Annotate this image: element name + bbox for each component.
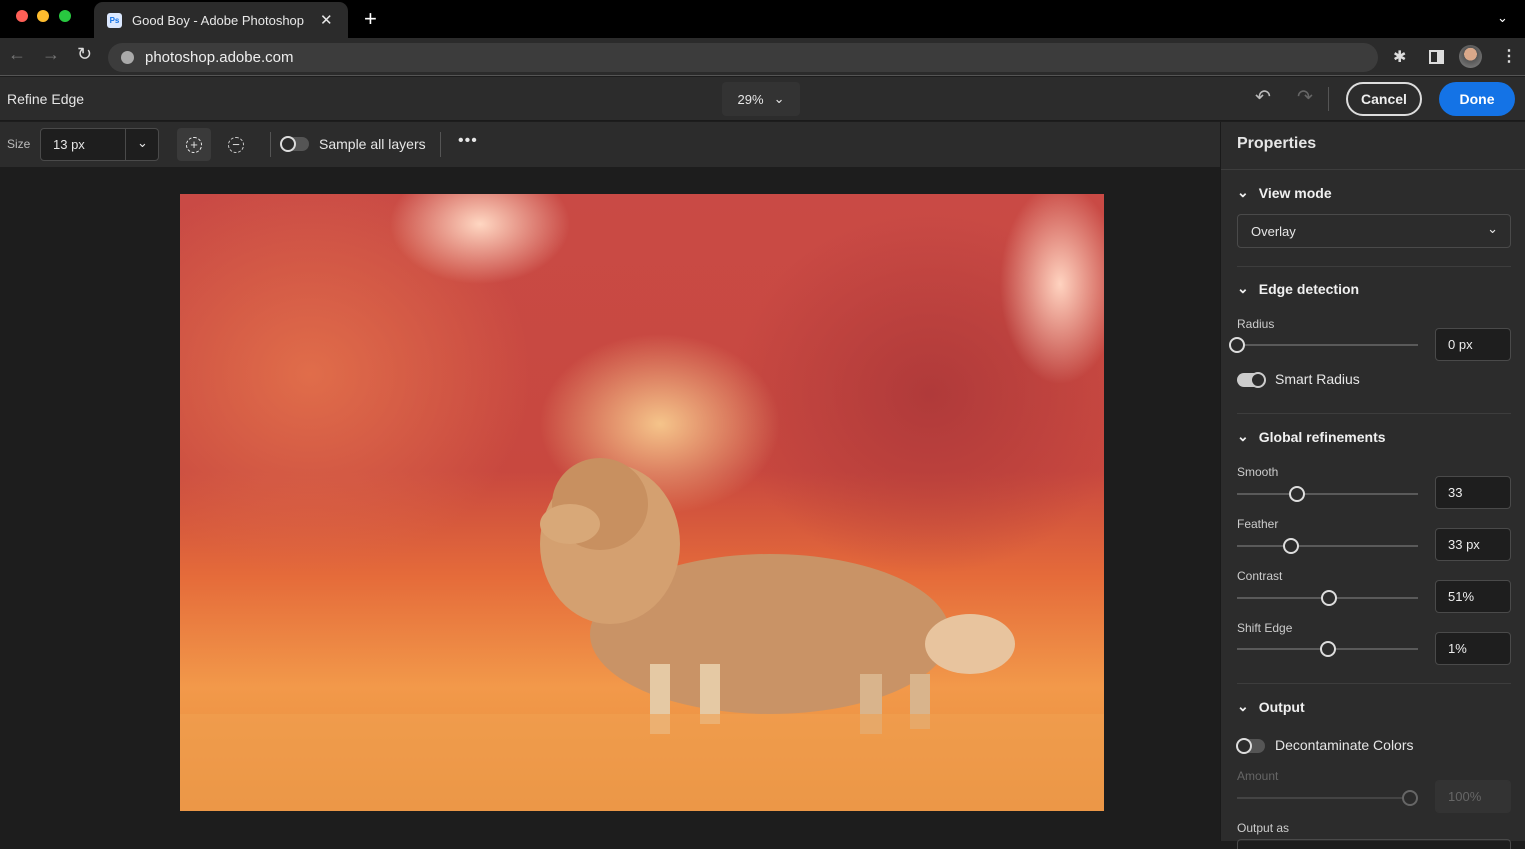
- maximize-window-button[interactable]: [59, 10, 71, 22]
- contrast-label: Contrast: [1237, 569, 1283, 583]
- global-refinements-section-header[interactable]: ⌄ Global refinements: [1237, 428, 1386, 445]
- panel-title: Properties: [1237, 135, 1317, 152]
- chevron-down-icon: ⌄: [773, 91, 785, 106]
- slider-handle[interactable]: [1320, 641, 1337, 657]
- cancel-button[interactable]: Cancel: [1346, 82, 1422, 116]
- subtract-from-selection-button[interactable]: −: [219, 128, 253, 161]
- more-options-icon[interactable]: •••: [458, 132, 478, 150]
- output-section-header[interactable]: ⌄ Output: [1237, 698, 1305, 715]
- site-info-icon[interactable]: [121, 51, 134, 64]
- chevron-down-icon: ⌄: [1487, 221, 1498, 236]
- extensions-icon[interactable]: ✱: [1393, 47, 1406, 67]
- sample-all-layers-toggle[interactable]: [280, 136, 309, 152]
- feather-label: Feather: [1237, 517, 1279, 531]
- address-bar[interactable]: photoshop.adobe.com: [108, 43, 1378, 72]
- edge-detection-section-header[interactable]: ⌄ Edge detection: [1237, 280, 1359, 297]
- tool-options-bar: Size 13 px ⌄ + − Sample all layers •••: [0, 122, 1220, 167]
- shift-edge-slider[interactable]: [1237, 641, 1418, 657]
- slider-handle[interactable]: [1402, 790, 1418, 806]
- minimize-window-button[interactable]: [37, 10, 49, 22]
- photoshop-icon: Ps: [107, 12, 122, 28]
- radius-input[interactable]: 0 px: [1435, 328, 1511, 361]
- chevron-down-icon[interactable]: ⌄: [137, 135, 148, 151]
- add-to-selection-button[interactable]: +: [177, 128, 211, 161]
- contrast-input[interactable]: 51%: [1435, 580, 1511, 613]
- chevron-down-icon: ⌄: [1237, 698, 1249, 714]
- browser-tab[interactable]: Ps Good Boy - Adobe Photoshop ✕: [94, 2, 348, 38]
- feather-slider[interactable]: [1237, 538, 1418, 554]
- view-mode-value: Overlay: [1251, 224, 1296, 239]
- undo-icon[interactable]: ↶: [1255, 86, 1271, 109]
- slider-handle[interactable]: [1321, 590, 1338, 606]
- size-input[interactable]: 13 px ⌄: [40, 128, 159, 161]
- sample-all-layers-label: Sample all layers: [319, 136, 426, 152]
- smooth-slider[interactable]: [1237, 486, 1418, 502]
- output-as-label: Output as: [1237, 821, 1290, 835]
- dog-image: [180, 458, 1104, 811]
- view-mode-section-header[interactable]: ⌄ View mode: [1237, 184, 1332, 201]
- decontaminate-colors-toggle[interactable]: [1236, 738, 1265, 754]
- back-icon[interactable]: ←: [8, 44, 26, 65]
- browser-toolbar: ← → ↻ photoshop.adobe.com ✱ ⋮: [0, 38, 1525, 76]
- zoom-value: 29%: [737, 91, 764, 107]
- radius-slider[interactable]: [1229, 337, 1418, 353]
- divider: [1328, 87, 1329, 111]
- amount-slider[interactable]: [1237, 790, 1418, 806]
- shift-edge-label: Shift Edge: [1237, 621, 1293, 635]
- decontaminate-colors-label: Decontaminate Colors: [1275, 737, 1414, 753]
- size-value: 13 px: [53, 137, 85, 152]
- smooth-input[interactable]: 33: [1435, 476, 1511, 509]
- shift-edge-input[interactable]: 1%: [1435, 632, 1511, 665]
- profile-avatar[interactable]: [1459, 45, 1482, 68]
- size-label: Size: [7, 137, 31, 151]
- url-text: photoshop.adobe.com: [145, 49, 294, 66]
- close-window-button[interactable]: [16, 10, 28, 22]
- done-button[interactable]: Done: [1439, 82, 1515, 116]
- slider-handle[interactable]: [1288, 486, 1305, 502]
- brush-minus-icon: −: [228, 136, 244, 153]
- brush-plus-icon: +: [186, 136, 202, 153]
- chevron-down-icon: ⌄: [1237, 280, 1249, 296]
- chevron-down-icon: ⌄: [1237, 184, 1249, 200]
- zoom-dropdown[interactable]: 29% ⌄: [722, 82, 800, 116]
- radius-label: Radius: [1237, 317, 1275, 331]
- tab-list-chevron-icon[interactable]: ⌄: [1497, 10, 1508, 26]
- forward-icon[interactable]: →: [42, 44, 60, 65]
- reload-icon[interactable]: ↻: [77, 44, 92, 65]
- feather-input[interactable]: 33 px: [1435, 528, 1511, 561]
- slider-handle[interactable]: [1283, 538, 1300, 554]
- app-header: Refine Edge 29% ⌄ ↶ ↷ Cancel Done: [0, 77, 1525, 121]
- amount-label: Amount: [1237, 769, 1279, 783]
- slider-handle[interactable]: [1229, 337, 1245, 353]
- chevron-down-icon: ⌄: [1237, 428, 1249, 444]
- canvas-image[interactable]: [180, 194, 1104, 811]
- smart-radius-label: Smart Radius: [1275, 371, 1360, 387]
- smart-radius-toggle[interactable]: [1237, 372, 1266, 388]
- amount-input[interactable]: 100%: [1435, 780, 1511, 813]
- side-panel-icon[interactable]: [1429, 50, 1444, 64]
- smooth-label: Smooth: [1237, 465, 1279, 479]
- new-tab-button[interactable]: +: [364, 6, 377, 32]
- properties-panel: Properties ⌄ View mode Overlay ⌄ ⌄ Edge de…: [1220, 122, 1525, 849]
- redo-icon[interactable]: ↷: [1297, 86, 1313, 109]
- contrast-slider[interactable]: [1237, 590, 1418, 606]
- page-title: Refine Edge: [7, 91, 85, 107]
- tab-title: Good Boy - Adobe Photoshop: [132, 12, 305, 28]
- browser-menu-icon[interactable]: ⋮: [1501, 46, 1517, 66]
- close-tab-icon[interactable]: ✕: [320, 11, 333, 29]
- browser-tab-bar: Ps Good Boy - Adobe Photoshop ✕ + ⌄: [0, 0, 1525, 38]
- view-mode-dropdown[interactable]: Overlay ⌄: [1237, 214, 1511, 248]
